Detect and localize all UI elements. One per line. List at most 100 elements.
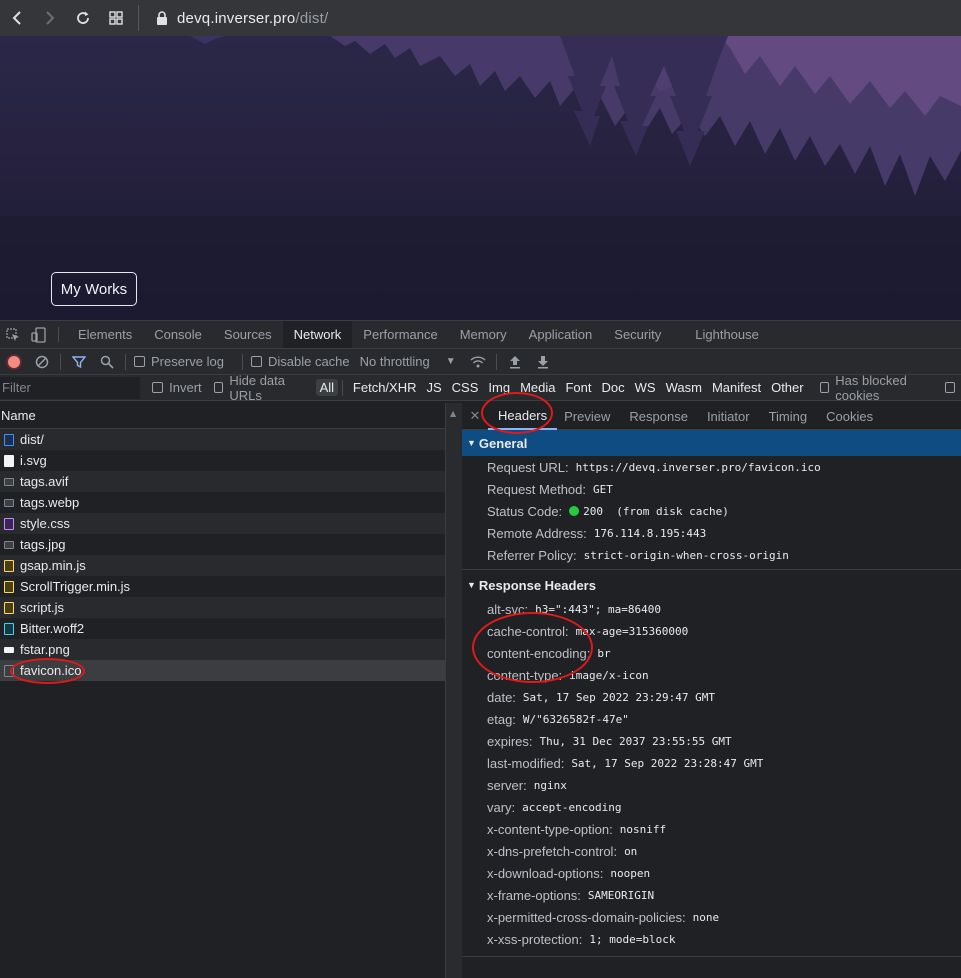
tab-divider — [58, 327, 59, 342]
request-row[interactable]: script.js — [0, 597, 445, 618]
type-filter-other[interactable]: Other — [767, 379, 808, 396]
request-row[interactable]: Bitter.woff2 — [0, 618, 445, 639]
tab-network[interactable]: Network — [282, 321, 353, 348]
tab-sources[interactable]: Sources — [213, 321, 283, 348]
type-filter-ws[interactable]: WS — [631, 379, 660, 396]
toolbar-divider — [241, 353, 243, 370]
font-icon — [4, 622, 14, 635]
blocked-requests-checkbox[interactable] — [945, 382, 955, 393]
export-har-button[interactable] — [529, 349, 557, 375]
response-headers-section-header[interactable]: ▼ Response Headers — [462, 572, 961, 598]
tab-security[interactable]: Security — [603, 321, 672, 348]
caret-down-icon: ▼ — [445, 356, 456, 367]
tab-console[interactable]: Console — [143, 321, 213, 348]
scroll-up-icon: ▲ — [450, 409, 457, 418]
tab-response[interactable]: Response — [622, 409, 700, 424]
request-row[interactable]: i.svg — [0, 450, 445, 471]
type-filter-css[interactable]: CSS — [448, 379, 483, 396]
tab-initiator[interactable]: Initiator — [700, 409, 762, 424]
network-conditions-button[interactable] — [464, 349, 492, 375]
clear-button[interactable] — [28, 349, 56, 375]
forward-button[interactable] — [33, 0, 66, 36]
tab-cookies[interactable]: Cookies — [819, 409, 885, 424]
search-button[interactable] — [93, 349, 121, 375]
import-har-button[interactable] — [501, 349, 529, 375]
lock-icon[interactable] — [147, 11, 177, 25]
header-key: Referrer Policy: — [487, 547, 577, 563]
record-icon — [8, 355, 20, 368]
devtools-panel: Elements Console Sources Network Perform… — [0, 320, 961, 978]
general-section-header[interactable]: ▼ General — [462, 430, 961, 456]
record-button[interactable] — [0, 349, 28, 375]
image-icon — [4, 540, 14, 549]
header-value: 1; mode=block — [589, 932, 676, 946]
grid-icon — [108, 11, 123, 25]
inspect-element-icon[interactable] — [0, 321, 26, 348]
devtools-tab-bar: Elements Console Sources Network Perform… — [0, 321, 961, 349]
request-name: dist/ — [20, 432, 44, 447]
header-value: 176.114.8.195:443 — [593, 526, 707, 540]
preserve-log-checkbox[interactable]: Preserve log — [134, 354, 224, 369]
header-row: content-type: image/x-icon — [462, 664, 961, 686]
type-filter-all[interactable]: All — [315, 379, 339, 396]
checkbox-box — [152, 382, 164, 393]
header-row: Referrer Policy: strict-origin-when-cross… — [462, 544, 961, 566]
type-filter-fetch-xhr[interactable]: Fetch/XHR — [349, 379, 421, 396]
filter-toggle-button[interactable] — [65, 349, 93, 375]
my-works-button[interactable]: My Works — [51, 272, 137, 306]
back-button[interactable] — [0, 0, 33, 36]
type-filter-manifest[interactable]: Manifest — [708, 379, 765, 396]
request-row[interactable]: gsap.min.js — [0, 555, 445, 576]
script-icon — [4, 580, 14, 593]
address-bar[interactable]: devq.inverser.pro/dist/ — [177, 10, 328, 27]
list-scrollbar[interactable]: ▲ — [446, 403, 462, 978]
tab-performance[interactable]: Performance — [352, 321, 448, 348]
request-name: style.css — [20, 516, 70, 531]
disable-cache-checkbox[interactable]: Disable cache — [250, 354, 350, 369]
request-name: gsap.min.js — [20, 558, 86, 573]
tab-application[interactable]: Application — [518, 321, 604, 348]
request-row[interactable]: style.css — [0, 513, 445, 534]
request-row[interactable]: tags.webp — [0, 492, 445, 513]
checkbox-box — [250, 356, 262, 367]
filter-icon — [72, 355, 86, 368]
tab-preview[interactable]: Preview — [557, 409, 622, 424]
tab-grid-button[interactable] — [99, 0, 132, 36]
type-filter-doc[interactable]: Doc — [598, 379, 629, 396]
type-filter-media[interactable]: Media — [516, 379, 559, 396]
request-name: tags.avif — [20, 474, 69, 489]
tab-lighthouse[interactable]: Lighthouse — [684, 321, 770, 348]
blocked-cookies-checkbox[interactable]: Has blocked cookies — [819, 373, 938, 403]
hide-data-urls-checkbox[interactable]: Hide data URLs — [213, 373, 308, 403]
filter-input[interactable]: Filter — [0, 376, 141, 399]
reload-button[interactable] — [66, 0, 99, 36]
device-toolbar-icon[interactable] — [26, 321, 52, 348]
tab-timing[interactable]: Timing — [762, 409, 820, 424]
type-filter-font[interactable]: Font — [561, 379, 595, 396]
close-icon[interactable]: ✕ — [462, 408, 488, 424]
tab-elements[interactable]: Elements — [67, 321, 143, 348]
type-filter-wasm[interactable]: Wasm — [662, 379, 706, 396]
image-icon — [4, 454, 14, 467]
invert-checkbox[interactable]: Invert — [152, 380, 202, 395]
type-filter-img[interactable]: Img — [484, 379, 514, 396]
request-row-selected[interactable]: favicon.ico — [0, 660, 445, 681]
throttling-select[interactable]: No throttling ▼ — [360, 354, 456, 369]
header-key: date: — [487, 689, 516, 705]
request-row[interactable]: ScrollTrigger.min.js — [0, 576, 445, 597]
header-row: last-modified: Sat, 17 Sep 2022 23:28:47 … — [462, 752, 961, 774]
request-row[interactable]: dist/ — [0, 429, 445, 450]
header-value: max-age=315360000 — [575, 624, 689, 638]
column-header-name[interactable]: Name — [0, 403, 445, 429]
tab-memory[interactable]: Memory — [449, 321, 518, 348]
header-row: content-encoding: br — [462, 642, 961, 664]
request-row[interactable]: fstar.png — [0, 639, 445, 660]
request-row[interactable]: tags.jpg — [0, 534, 445, 555]
clear-icon — [35, 355, 49, 368]
header-value: W/"6326582f-47e" — [522, 712, 629, 726]
type-filter-js[interactable]: JS — [422, 379, 445, 396]
tab-headers[interactable]: Headers — [488, 403, 558, 430]
header-row: Status Code: 200 (from disk cache) — [462, 500, 961, 522]
request-row[interactable]: tags.avif — [0, 471, 445, 492]
header-value: Sat, 17 Sep 2022 23:29:47 GMT — [522, 690, 715, 704]
